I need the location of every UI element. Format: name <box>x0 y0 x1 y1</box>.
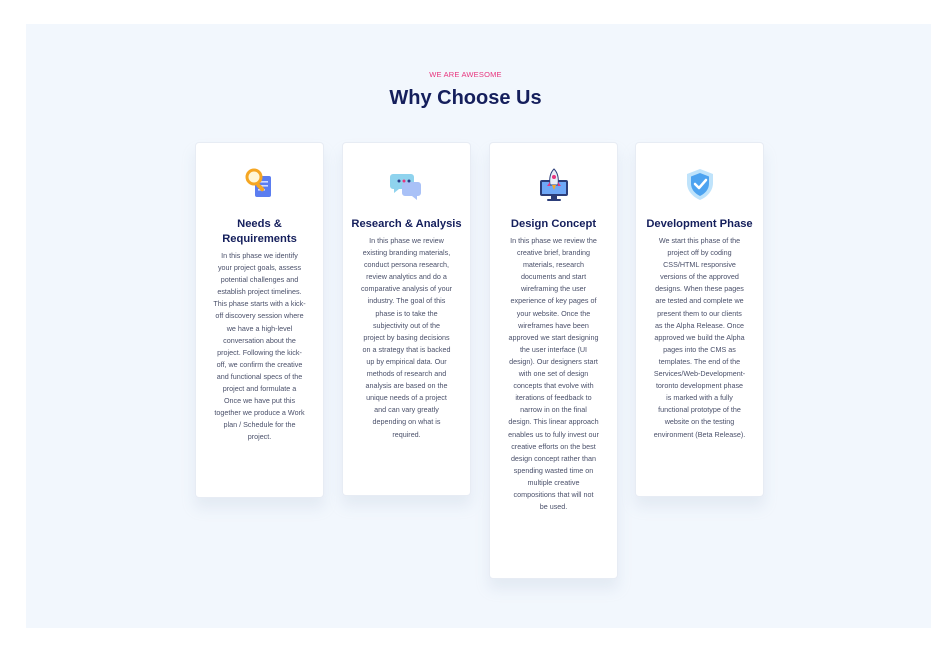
shield-check-icon <box>686 169 713 200</box>
search-document-icon <box>245 168 271 197</box>
page-footer-strip <box>26 628 931 648</box>
card-title: Design Concept <box>510 218 597 230</box>
why-choose-us-section <box>26 24 931 628</box>
card-title: Needs & Requirements <box>222 218 297 245</box>
card-title: Development Phase <box>646 218 753 230</box>
card-needs-requirements: Needs & Requirements In this phase we id… <box>195 142 324 498</box>
section-title: Why Choose Us <box>389 87 542 109</box>
card-development-phase: Development Phase We start this phase of… <box>635 142 764 497</box>
card-design-concept: Design Concept In this phase we review t… <box>489 142 618 579</box>
chat-bubbles-icon <box>389 174 421 200</box>
card-title: Research & Analysis <box>351 218 462 230</box>
rocket-monitor-icon <box>539 168 568 201</box>
card-description: In this phase we identify your project g… <box>213 251 306 442</box>
section-eyebrow: WE ARE AWESOME <box>429 70 502 79</box>
card-description: In this phase we review the creative bri… <box>508 236 599 512</box>
card-description: We start this phase of the project off b… <box>653 236 746 439</box>
card-research-analysis: Research & Analysis In this phase we rev… <box>342 142 471 496</box>
card-description: In this phase we review existing brandin… <box>360 236 453 439</box>
